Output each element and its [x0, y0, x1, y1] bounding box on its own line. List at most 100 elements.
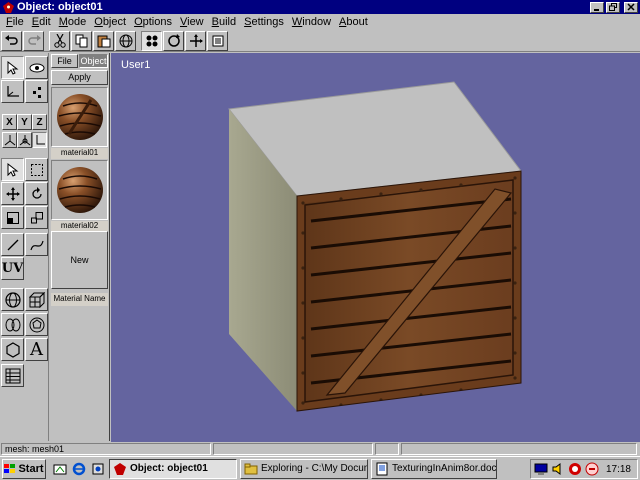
- cylinder-tool[interactable]: [1, 313, 24, 336]
- cube-tool[interactable]: [25, 288, 48, 311]
- menu-options[interactable]: Options: [130, 14, 176, 30]
- menu-window[interactable]: Window: [288, 14, 335, 30]
- task-anim8or[interactable]: Object: object01: [109, 458, 237, 479]
- apply-button[interactable]: Apply: [51, 70, 108, 85]
- menu-settings[interactable]: Settings: [240, 14, 288, 30]
- material-panel: File Object Apply material01 material02 …: [50, 53, 110, 441]
- axis-z-toggle[interactable]: Z: [32, 114, 47, 130]
- sphere-icon: [119, 34, 132, 47]
- coord-screen-toggle[interactable]: [32, 132, 47, 148]
- menu-view[interactable]: View: [176, 14, 208, 30]
- tab-file[interactable]: File: [51, 54, 78, 68]
- axis-x-toggle[interactable]: X: [2, 114, 17, 130]
- coord-icon: [4, 135, 15, 146]
- view-tool[interactable]: [25, 56, 48, 79]
- crate-model[interactable]: [111, 53, 640, 442]
- start-label: Start: [18, 462, 44, 475]
- antivirus-tray-icon[interactable]: [568, 462, 582, 476]
- copy-icon: [75, 34, 87, 47]
- close-button[interactable]: [624, 1, 638, 13]
- paste-button[interactable]: [93, 30, 114, 51]
- material-swatch-1[interactable]: [51, 87, 108, 147]
- cut-button[interactable]: [49, 30, 70, 51]
- move-view-button[interactable]: [185, 30, 206, 51]
- task-word[interactable]: TexturingInAnim8or.doc - ...: [371, 458, 497, 479]
- cylinder-icon: [5, 318, 20, 331]
- tab-object[interactable]: Object: [79, 54, 108, 68]
- start-button[interactable]: Start: [2, 458, 46, 479]
- network-tray-icon[interactable]: [585, 462, 599, 476]
- crate-front-face: [297, 171, 521, 411]
- hexagon-icon: [5, 341, 20, 358]
- four-dots-icon: [146, 35, 157, 46]
- menu-build[interactable]: Build: [208, 14, 240, 30]
- quicklaunch-channels[interactable]: [90, 461, 106, 477]
- channels-icon: [92, 463, 104, 474]
- text-tool[interactable]: A: [25, 338, 48, 361]
- menu-object[interactable]: Object: [90, 14, 130, 30]
- menu-file[interactable]: File: [2, 14, 28, 30]
- menu-bar: File Edit Mode Object Options View Build…: [0, 14, 640, 30]
- taskbar: Start Object: object01 Exploring - C:\My…: [0, 456, 640, 480]
- sphere-tool[interactable]: [1, 288, 24, 311]
- coord-world-toggle[interactable]: [2, 132, 17, 148]
- axis-tool[interactable]: [1, 80, 24, 103]
- select-arrow-tool[interactable]: [1, 56, 24, 79]
- move-tool[interactable]: [1, 182, 24, 205]
- viewport[interactable]: User1: [111, 53, 640, 442]
- quicklaunch-desktop[interactable]: [52, 461, 68, 477]
- system-tray: 17:18: [530, 459, 638, 479]
- task-explorer[interactable]: Exploring - C:\My Docume...: [240, 458, 368, 479]
- sphere-icon: [4, 291, 21, 308]
- title-bar[interactable]: Object: object01: [0, 0, 640, 14]
- folder-icon: [244, 463, 258, 474]
- document-icon: [376, 462, 388, 475]
- monitor-tray-icon[interactable]: [534, 462, 548, 476]
- rotate-tool[interactable]: [25, 182, 48, 205]
- menu-about[interactable]: About: [335, 14, 372, 30]
- new-material-button[interactable]: New: [51, 231, 108, 289]
- minimize-button[interactable]: [590, 1, 604, 13]
- spline-tool[interactable]: [25, 233, 48, 256]
- coord-local-toggle[interactable]: [17, 132, 32, 148]
- material-name-label: Material Name: [51, 293, 108, 306]
- undo-button[interactable]: [1, 30, 22, 51]
- dots-icon: [32, 86, 41, 98]
- points-tool[interactable]: [25, 80, 48, 103]
- select-tool[interactable]: [1, 158, 24, 181]
- volume-tray-icon[interactable]: [551, 462, 565, 476]
- scale-tool[interactable]: [1, 206, 24, 229]
- cube-grid-icon: [28, 291, 45, 308]
- copy-button[interactable]: [71, 30, 92, 51]
- clock[interactable]: 17:18: [606, 464, 631, 475]
- non-uniform-scale-tool[interactable]: [25, 206, 48, 229]
- menu-mode[interactable]: Mode: [55, 14, 91, 30]
- line-tool[interactable]: [1, 233, 24, 256]
- arc-rotate-button[interactable]: [141, 30, 162, 51]
- arrow-icon: [7, 60, 18, 75]
- restore-button[interactable]: [606, 1, 620, 13]
- coord-local-icon: [19, 135, 30, 146]
- rotate-view-button[interactable]: [163, 30, 184, 51]
- uv-tool[interactable]: UV: [1, 257, 24, 280]
- quicklaunch-ie[interactable]: [71, 461, 87, 477]
- undo-icon: [4, 34, 18, 45]
- status-field-3: [375, 443, 399, 455]
- coord-screen-icon: [36, 135, 45, 145]
- axis-y-toggle[interactable]: Y: [17, 114, 32, 130]
- windows-logo-icon: [4, 463, 16, 473]
- marquee-icon: [30, 163, 43, 176]
- status-bar: mesh: mesh01: [0, 442, 640, 456]
- move-arrows-icon: [5, 186, 20, 201]
- list-button[interactable]: [207, 30, 228, 51]
- menu-edit[interactable]: Edit: [28, 14, 55, 30]
- geosphere-tool[interactable]: [25, 313, 48, 336]
- polygon-tool[interactable]: [1, 338, 24, 361]
- material-swatch-2[interactable]: [51, 160, 108, 220]
- rotate-icon: [31, 186, 42, 199]
- redo-button[interactable]: [23, 30, 44, 51]
- toolbar: [0, 30, 640, 52]
- globe-button[interactable]: [115, 30, 136, 51]
- grid-tool[interactable]: [1, 364, 24, 387]
- drag-select-tool[interactable]: [25, 158, 48, 181]
